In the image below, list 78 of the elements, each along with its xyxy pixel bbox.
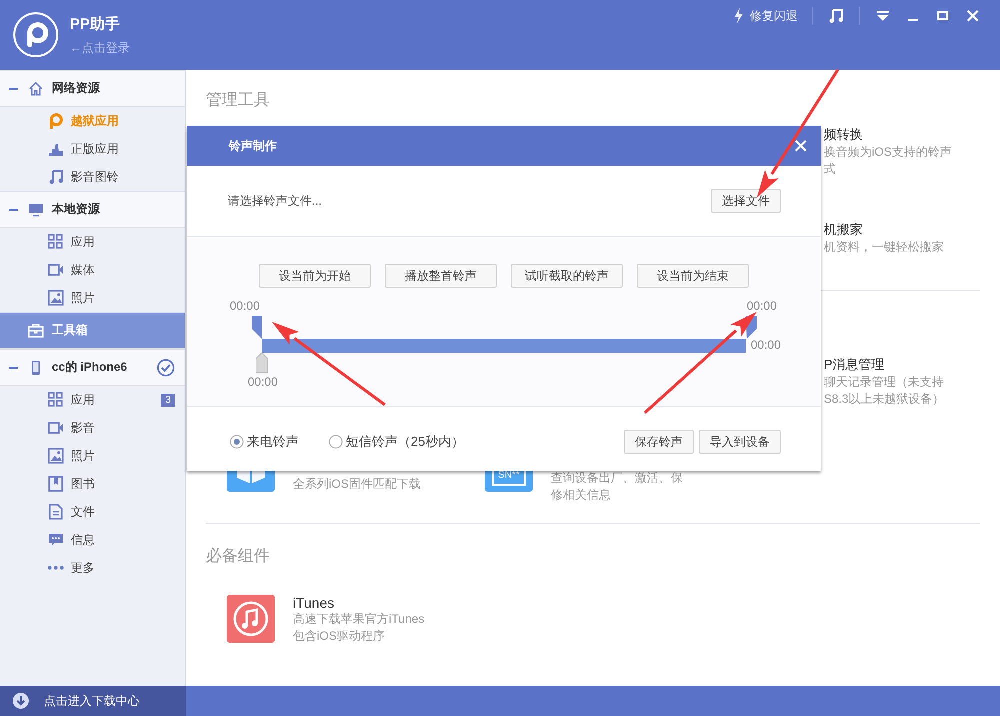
music-note-icon — [48, 169, 64, 185]
section-title: 必备组件 — [206, 546, 271, 567]
lightning-icon — [734, 8, 744, 24]
sidebar-item[interactable]: 媒体 — [0, 256, 185, 284]
ringtone-track[interactable] — [262, 339, 746, 353]
dialog-action-button[interactable]: 保存铃声 — [624, 430, 694, 454]
sidebar-group[interactable]: 网络资源 — [0, 70, 185, 107]
dialog-title: 铃声制作 — [229, 138, 277, 154]
image-icon — [48, 448, 64, 464]
more-icon — [48, 566, 64, 570]
tool-description: S8.3以上未越狱设备） — [824, 391, 946, 408]
component-description: 包含iOS驱动程序 — [293, 628, 386, 645]
sidebar-item[interactable]: 更多 — [0, 554, 185, 582]
component-description: 高速下载苹果官方iTunes — [293, 611, 425, 628]
tool-description: 聊天记录管理（未支持 — [824, 374, 945, 391]
monitor-icon — [28, 202, 44, 218]
playback-button[interactable]: 设当前为结束 — [637, 264, 749, 288]
sidebar-item[interactable]: 影音 — [0, 414, 185, 442]
tool-description: 式 — [824, 161, 837, 178]
start-time: 00:00 — [230, 299, 260, 313]
dropdown-menu-icon[interactable] — [875, 8, 891, 24]
radio-button-icon[interactable] — [329, 435, 343, 449]
p-logo-icon — [48, 113, 64, 129]
tool-title[interactable]: P消息管理 — [824, 356, 980, 374]
playback-button[interactable]: 试听截取的铃声 — [511, 264, 623, 288]
tool-title[interactable]: 频转换 — [824, 126, 980, 144]
playhead-time: 00:00 — [248, 375, 278, 389]
grid-icon — [48, 234, 64, 250]
app-name: PP助手 — [70, 15, 122, 34]
component-title[interactable]: iTunes — [293, 595, 425, 611]
video-camera-icon — [48, 262, 64, 278]
grid-icon — [48, 392, 64, 408]
ringtone-type-option[interactable]: 来电铃声 — [230, 433, 299, 451]
music-note-icon[interactable] — [828, 8, 844, 24]
playback-button[interactable]: 设当前为开始 — [259, 264, 371, 288]
sidebar-item[interactable]: 影音图铃 — [0, 163, 185, 191]
sidebar-group[interactable]: cc的 iPhone6 — [0, 349, 185, 386]
home-icon — [28, 80, 44, 96]
chat-icon — [48, 532, 64, 548]
image-icon — [48, 290, 64, 306]
sidebar-item[interactable]: 图书 — [0, 470, 185, 498]
ringtone-type-option[interactable]: 短信铃声（25秒内） — [329, 433, 464, 451]
playhead-handle[interactable] — [256, 353, 268, 373]
tool-description: 机资料，一键轻松搬家 — [824, 239, 945, 256]
close-icon[interactable] — [795, 140, 807, 152]
toolbox-icon — [28, 322, 44, 338]
sidebar-item[interactable]: 照片 — [0, 284, 185, 312]
radio-button-icon[interactable] — [230, 435, 244, 449]
tool-title[interactable]: 机搬家 — [824, 221, 980, 239]
sidebar-group[interactable]: 本地资源 — [0, 191, 185, 228]
section-title: 管理工具 — [206, 91, 271, 110]
playback-button[interactable]: 播放整首铃声 — [385, 264, 497, 288]
video-camera-icon — [48, 420, 64, 436]
dialog-action-button[interactable]: 导入到设备 — [699, 430, 781, 454]
sidebar-item[interactable]: 照片 — [0, 442, 185, 470]
tool-description: 全系列iOS固件匹配下载 — [293, 476, 422, 493]
close-icon[interactable] — [965, 8, 981, 24]
sidebar-item[interactable]: 信息 — [0, 526, 185, 554]
music-note-app-icon[interactable] — [227, 595, 275, 643]
repair-button[interactable]: 修复闪退 — [728, 8, 804, 24]
download-center-bar[interactable]: 点击进入下载中心 — [0, 686, 186, 716]
hand-icon — [48, 141, 64, 157]
start-marker[interactable] — [252, 316, 263, 339]
file-prompt: 请选择铃声文件... — [228, 192, 322, 210]
count-badge: 3 — [161, 394, 175, 406]
tool-description: 查询设备出厂、激活、保 — [551, 470, 683, 487]
sidebar-item[interactable]: 正版应用 — [0, 135, 185, 163]
sidebar-item[interactable]: 应用 — [0, 228, 185, 256]
choose-file-button[interactable]: 选择文件 — [711, 189, 781, 213]
tool-description: 换音频为iOS支持的铃声 — [824, 144, 954, 161]
end-time: 00:00 — [747, 299, 778, 313]
book-icon — [48, 476, 64, 492]
total-time: 00:00 — [751, 338, 782, 352]
document-icon — [48, 504, 64, 520]
tool-description: 修相关信息 — [551, 487, 612, 504]
app-logo-icon — [13, 12, 59, 58]
sidebar-item[interactable]: 应用 3 — [0, 386, 185, 414]
sidebar-item[interactable]: 文件 — [0, 498, 185, 526]
